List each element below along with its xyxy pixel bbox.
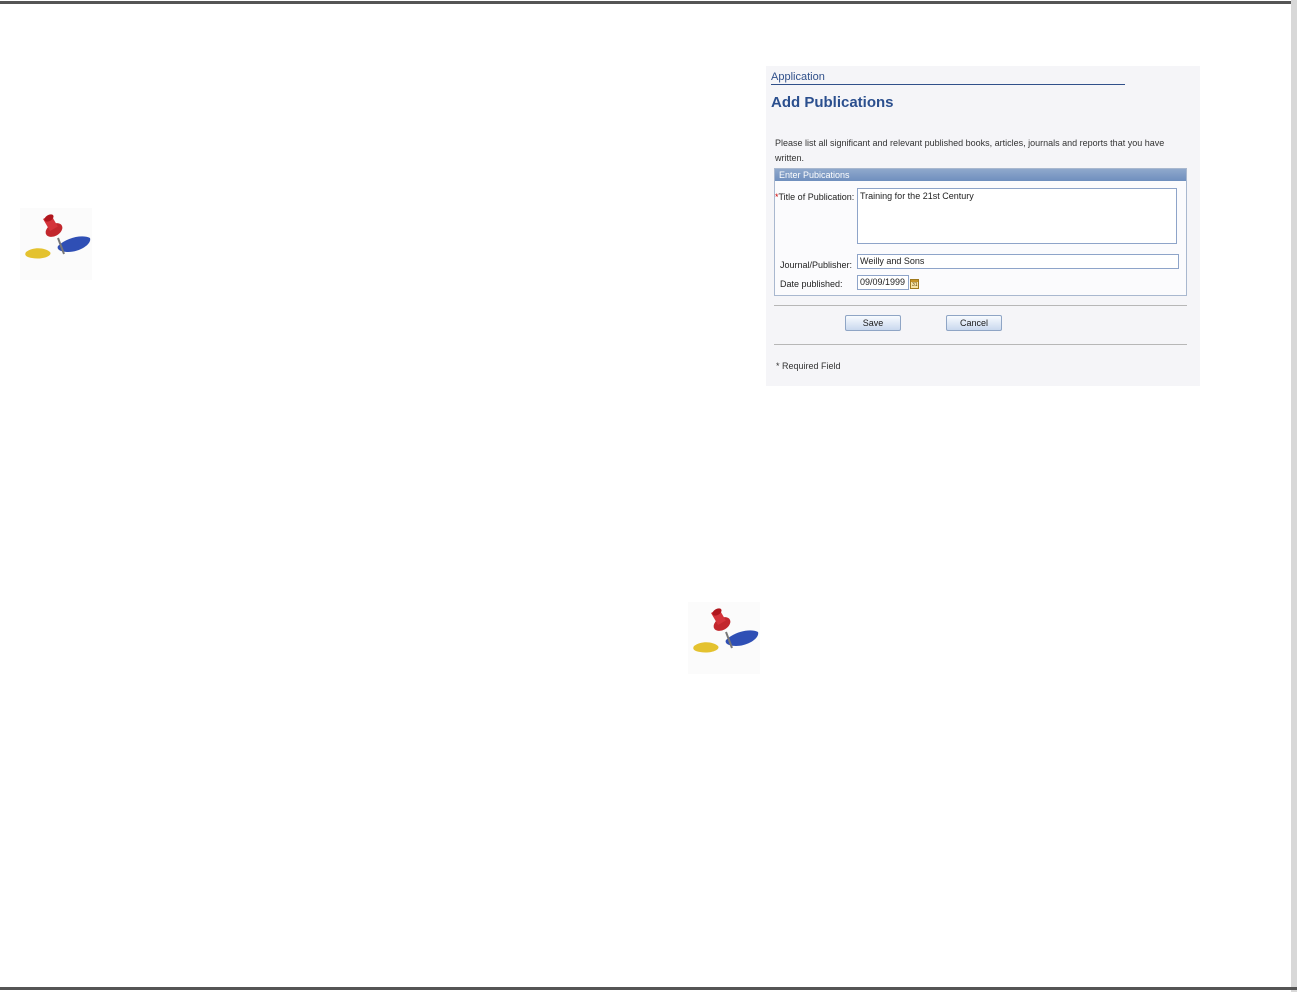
required-field-note: * Required Field	[776, 361, 841, 371]
page-bottom-rule	[0, 987, 1297, 990]
divider	[774, 305, 1187, 306]
group-header: Enter Pubications	[775, 169, 1186, 181]
journal-label: Journal/Publisher:	[780, 260, 853, 270]
calendar-icon[interactable]: 31	[910, 279, 919, 289]
journal-publisher-field[interactable]: Weilly and Sons	[857, 254, 1179, 269]
pushpin-icon	[20, 208, 92, 280]
calendar-glyph: 31	[912, 282, 918, 288]
page-title: Add Publications	[771, 94, 894, 111]
add-publications-screen: Application Add Publications Please list…	[766, 66, 1200, 386]
title-label: *Title of Publication:	[775, 192, 854, 202]
date-label: Date published:	[780, 279, 843, 289]
side-tab-strip	[1291, 0, 1297, 992]
enter-publications-group: Enter Pubications *Title of Publication:…	[774, 168, 1187, 296]
breadcrumb[interactable]: Application	[771, 71, 1125, 85]
save-button[interactable]: Save	[845, 315, 901, 331]
date-published-field[interactable]: 09/09/1999	[857, 275, 909, 290]
cancel-button[interactable]: Cancel	[946, 315, 1002, 331]
divider	[774, 344, 1187, 345]
title-label-text: Title of Publication:	[778, 192, 855, 202]
page-top-rule	[0, 1, 1297, 4]
pushpin-icon	[688, 602, 760, 674]
title-of-publication-field[interactable]: Training for the 21st Century	[857, 188, 1177, 244]
instructions-text: Please list all significant and relevant…	[775, 138, 1165, 163]
